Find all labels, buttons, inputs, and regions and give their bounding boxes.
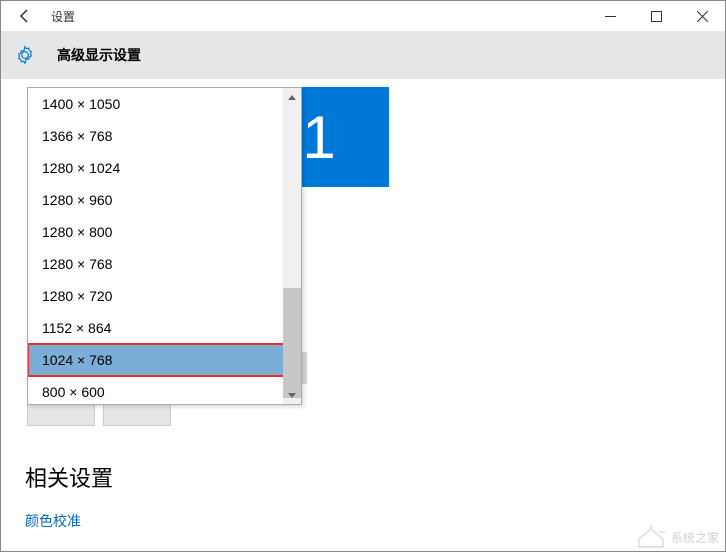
arrow-left-icon [17,8,33,24]
minimize-icon [605,11,616,22]
color-calibration-link[interactable]: 颜色校准 [25,511,113,531]
chevron-up-icon [288,95,296,100]
content-area: 1 1400 × 10501366 × 7681280 × 10241280 ×… [1,79,725,551]
house-icon [635,525,667,549]
resolution-option[interactable]: 1024 × 768 [28,344,301,376]
resolution-option[interactable]: 1280 × 800 [28,216,301,248]
page-header: 高级显示设置 [1,31,725,79]
related-settings-section: 相关设置 颜色校准 [25,461,113,531]
scrollbar-thumb[interactable] [283,288,301,398]
resolution-option[interactable]: 1366 × 768 [28,120,301,152]
resolution-option[interactable]: 1280 × 960 [28,184,301,216]
resolution-option[interactable]: 1280 × 1024 [28,152,301,184]
monitor-number: 1 [302,103,335,172]
close-icon [697,11,708,22]
dropdown-scrollbar[interactable] [283,88,301,404]
page-title: 高级显示设置 [57,45,141,65]
dropdown-list: 1400 × 10501366 × 7681280 × 10241280 × 9… [28,88,301,404]
maximize-button[interactable] [633,1,679,31]
minimize-button[interactable] [587,1,633,31]
close-button[interactable] [679,1,725,31]
watermark-text: 系统之家 [671,529,719,546]
resolution-option[interactable]: 1280 × 768 [28,248,301,280]
chevron-down-icon [288,393,296,398]
resolution-option[interactable]: 1152 × 864 [28,312,301,344]
back-button[interactable] [1,1,49,31]
maximize-icon [651,11,662,22]
watermark: 系统之家 [635,525,719,549]
resolution-option[interactable]: 1280 × 720 [28,280,301,312]
window-title: 设置 [51,8,75,25]
titlebar: 设置 [1,1,725,31]
resolution-option[interactable]: 1400 × 1050 [28,88,301,120]
resolution-option[interactable]: 800 × 600 [28,376,301,404]
scroll-down-arrow[interactable] [283,386,301,404]
resolution-dropdown: 1400 × 10501366 × 7681280 × 10241280 × 9… [27,87,302,405]
gear-icon [15,45,35,65]
related-settings-title: 相关设置 [25,461,113,493]
window-controls [587,1,725,31]
scroll-up-arrow[interactable] [283,88,301,106]
